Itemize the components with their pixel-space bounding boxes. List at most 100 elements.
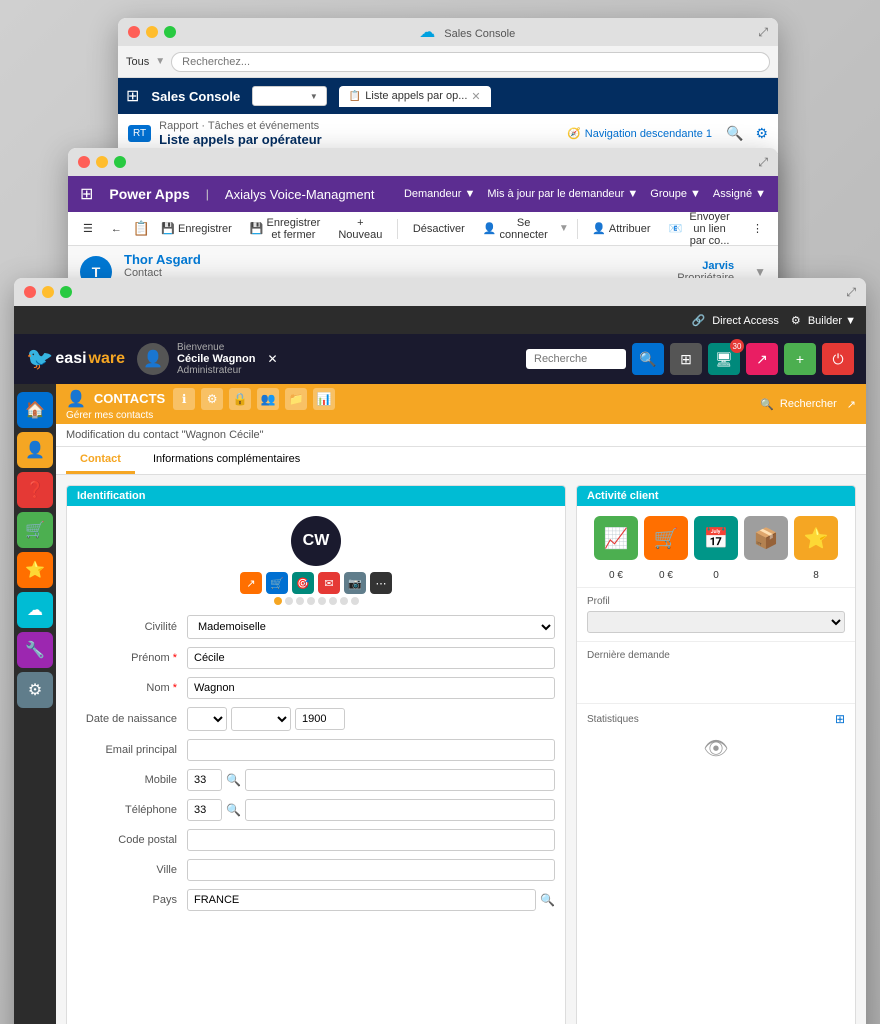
ew-av-icon-mail[interactable]: ✉ bbox=[318, 572, 340, 594]
ew-search-button[interactable]: 🔍 bbox=[632, 343, 664, 375]
sidebar-item-cloud[interactable]: ☁ bbox=[17, 592, 53, 628]
ew-act-val-5: 8 bbox=[794, 570, 838, 581]
pa-connect-button[interactable]: 👤 Se connecter bbox=[476, 214, 555, 244]
pa-collapse-icon[interactable]: ▼ bbox=[754, 265, 766, 279]
ew-dob-year-input[interactable] bbox=[295, 708, 345, 730]
ew-contacts-icon-2[interactable]: ⚙ bbox=[201, 388, 223, 410]
sf-filter-label: Tous bbox=[126, 56, 149, 68]
ew-av-icon-target[interactable]: 🎯 bbox=[292, 572, 314, 594]
ew-tel-code-input[interactable] bbox=[187, 799, 222, 821]
ew-contact-avatar: CW bbox=[291, 516, 341, 566]
win1-minimize[interactable] bbox=[146, 26, 158, 38]
win1-maximize[interactable] bbox=[164, 26, 176, 38]
sf-grid-icon[interactable]: ⊞ bbox=[126, 86, 139, 106]
ew-postal-input[interactable] bbox=[187, 829, 555, 851]
win3-maximize[interactable] bbox=[60, 286, 72, 298]
sf-subtitle-settings-icon[interactable]: ⚙ bbox=[755, 125, 768, 142]
ew-pays-search-icon[interactable]: 🔍 bbox=[540, 893, 555, 907]
ew-stats-expand-icon[interactable]: ⊞ bbox=[835, 712, 845, 726]
win2-minimize[interactable] bbox=[96, 156, 108, 168]
ew-act-icon-sales[interactable]: 📈 bbox=[594, 516, 638, 560]
ew-dob-month-select[interactable] bbox=[231, 707, 291, 731]
ew-add-button[interactable]: + bbox=[784, 343, 816, 375]
win1-close[interactable] bbox=[128, 26, 140, 38]
ew-profil-select[interactable] bbox=[587, 611, 845, 633]
ew-pays-input[interactable] bbox=[187, 889, 536, 911]
sf-tab-close-icon[interactable]: ✕ bbox=[471, 90, 480, 103]
pa-maj-filter[interactable]: Mis à jour par le demandeur ▼ bbox=[487, 188, 638, 200]
ew-power-button[interactable]: ⏻ bbox=[822, 343, 854, 375]
ew-share-button[interactable]: ↗ bbox=[746, 343, 778, 375]
ew-tel-number-input[interactable] bbox=[245, 799, 555, 821]
sidebar-item-star[interactable]: ⭐ bbox=[17, 552, 53, 588]
sf-subtitle-search-icon[interactable]: 🔍 bbox=[726, 125, 743, 142]
ew-user-close-icon[interactable]: ✕ bbox=[267, 352, 277, 366]
pa-assign-button[interactable]: 👤 Attribuer bbox=[585, 219, 657, 238]
ew-av-icon-more[interactable]: ⋯ bbox=[370, 572, 392, 594]
win1-expand-icon[interactable]: ⤢ bbox=[758, 25, 768, 40]
tab-infos-complementaires[interactable]: Informations complémentaires bbox=[139, 447, 314, 474]
ew-mobile-code-input[interactable] bbox=[187, 769, 222, 791]
ew-dob-day-select[interactable] bbox=[187, 707, 227, 731]
pa-menu-button[interactable]: ☰ bbox=[76, 219, 100, 238]
ew-av-icon-camera[interactable]: 📷 bbox=[344, 572, 366, 594]
ew-header-search-input[interactable] bbox=[526, 349, 626, 369]
ew-contacts-icon-3[interactable]: 🔒 bbox=[229, 388, 251, 410]
ew-act-icon-package[interactable]: 📦 bbox=[744, 516, 788, 560]
ew-grid-button[interactable]: ⊞ bbox=[670, 343, 702, 375]
ew-ville-input[interactable] bbox=[187, 859, 555, 881]
pa-back-button[interactable]: ← bbox=[104, 220, 129, 238]
ew-nom-input[interactable] bbox=[187, 677, 555, 699]
ew-contacts-icon-6[interactable]: 📊 bbox=[313, 388, 335, 410]
win3-minimize[interactable] bbox=[42, 286, 54, 298]
win2-close[interactable] bbox=[78, 156, 90, 168]
ew-av-icon-cart[interactable]: 🛒 bbox=[266, 572, 288, 594]
pa-share-button[interactable]: 📧 Envoyer un lien par co... bbox=[661, 208, 741, 250]
pa-connect-dropdown[interactable]: ▼ bbox=[559, 223, 569, 234]
sidebar-item-tools[interactable]: 🔧 bbox=[17, 632, 53, 668]
ew-civilite-select[interactable]: Mademoiselle bbox=[187, 615, 555, 639]
ew-identification-title: Identification bbox=[67, 486, 565, 506]
ew-mobile-number-input[interactable] bbox=[245, 769, 555, 791]
win2-expand-icon[interactable]: ⤢ bbox=[758, 155, 768, 170]
ew-av-icon-share[interactable]: ↗ bbox=[240, 572, 262, 594]
ew-contacts-icon-1[interactable]: ℹ bbox=[173, 388, 195, 410]
pa-more-button[interactable]: ⋮ bbox=[745, 219, 770, 238]
tab-contact[interactable]: Contact bbox=[66, 447, 135, 474]
ew-builder-btn[interactable]: ⚙ Builder ▼ bbox=[791, 314, 856, 327]
ew-act-icon-calendar[interactable]: 📅 bbox=[694, 516, 738, 560]
pa-deactivate-button[interactable]: Désactiver bbox=[406, 220, 472, 238]
sf-active-tab[interactable]: 📋 Liste appels par op... ✕ bbox=[339, 86, 491, 107]
pa-groupe-filter[interactable]: Groupe ▼ bbox=[650, 188, 701, 200]
ew-contacts-icon-5[interactable]: 📁 bbox=[285, 388, 307, 410]
ew-act-icon-star[interactable]: ⭐ bbox=[794, 516, 838, 560]
pa-assigne-filter[interactable]: Assigné ▼ bbox=[713, 188, 766, 200]
pa-demandeur-filter[interactable]: Demandeur ▼ bbox=[404, 188, 475, 200]
sidebar-item-cart[interactable]: 🛒 bbox=[17, 512, 53, 548]
ew-dot-6 bbox=[329, 597, 337, 605]
ew-contacts-search[interactable]: 🔍 Rechercher ↗ bbox=[760, 398, 856, 411]
pa-grid-icon: ⊞ bbox=[80, 184, 93, 204]
ew-prenom-input[interactable] bbox=[187, 647, 555, 669]
sf-nav-desc[interactable]: 🧭 Navigation descendante 1 bbox=[567, 127, 712, 140]
sidebar-item-settings[interactable]: ⚙ bbox=[17, 672, 53, 708]
ew-email-input[interactable] bbox=[187, 739, 555, 761]
sidebar-item-unknown[interactable]: ❓ bbox=[17, 472, 53, 508]
ew-direct-access-btn[interactable]: 🔗 Direct Access bbox=[691, 314, 778, 327]
ew-mobile-search-icon[interactable]: 🔍 bbox=[226, 773, 241, 787]
ew-act-icon-cart[interactable]: 🛒 bbox=[644, 516, 688, 560]
pa-save-button[interactable]: 💾 Enregistrer bbox=[154, 219, 239, 238]
ew-monitor-button[interactable]: 🖥 30 bbox=[708, 343, 740, 375]
win2-maximize[interactable] bbox=[114, 156, 126, 168]
sidebar-item-home[interactable]: 🏠 bbox=[17, 392, 53, 428]
sidebar-item-contacts[interactable]: 👤 bbox=[17, 432, 53, 468]
win3-close[interactable] bbox=[24, 286, 36, 298]
sf-rapports-dropdown[interactable]: Rapports bbox=[252, 86, 327, 106]
sf-search-input[interactable] bbox=[171, 52, 770, 72]
pa-record-name[interactable]: Thor Asgard bbox=[124, 252, 665, 267]
ew-contacts-icon-4[interactable]: 👥 bbox=[257, 388, 279, 410]
pa-new-button[interactable]: + Nouveau bbox=[331, 214, 389, 244]
pa-save-close-button[interactable]: 💾 Enregistrer et fermer bbox=[243, 214, 328, 244]
ew-tel-search-icon[interactable]: 🔍 bbox=[226, 803, 241, 817]
win3-expand-icon[interactable]: ⤢ bbox=[846, 285, 856, 300]
